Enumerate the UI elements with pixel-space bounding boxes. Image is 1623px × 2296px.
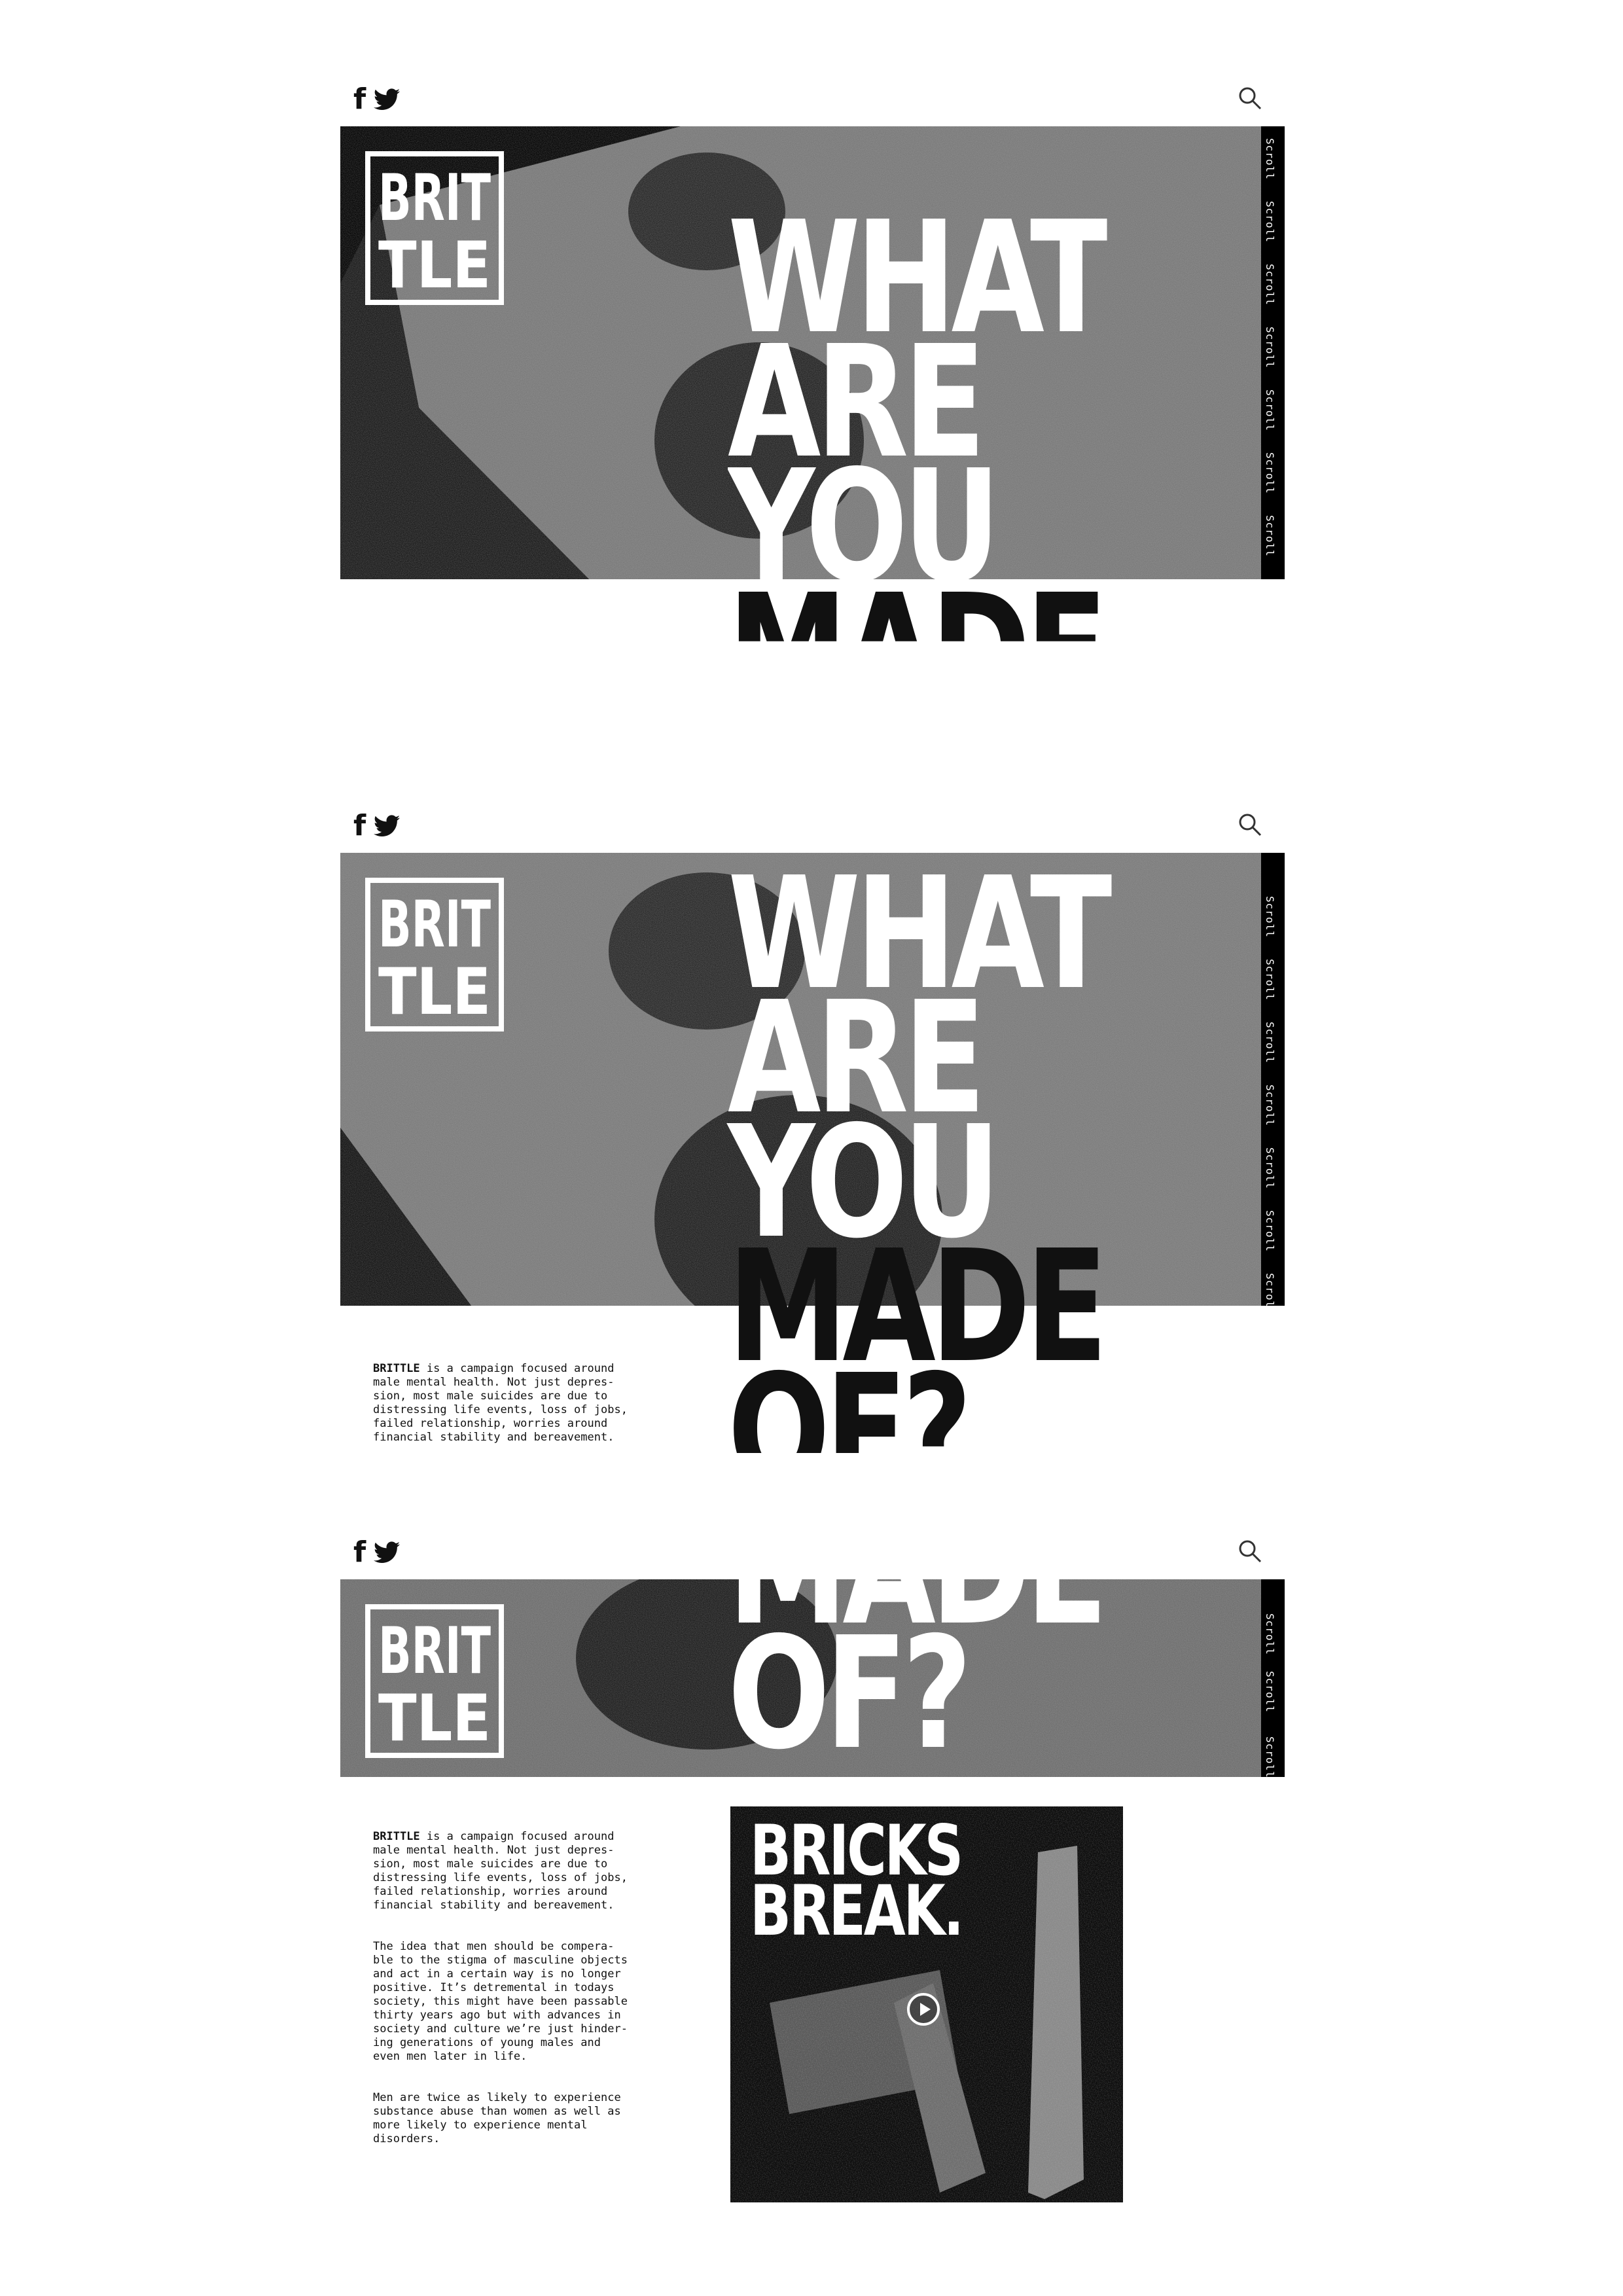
intro-text: BRITTLE is a campaign focused around mal… bbox=[373, 713, 648, 726]
scroll-indicator[interactable]: Scroll Scroll Scroll Scroll Scroll Scrol… bbox=[1261, 126, 1285, 579]
headline-line: OF? bbox=[728, 713, 1107, 726]
scroll-label: Scroll bbox=[1264, 201, 1276, 243]
scroll-label: Scroll bbox=[1264, 896, 1276, 938]
scroll-indicator[interactable]: Scroll Scroll Scroll bbox=[1261, 1579, 1285, 1777]
intro-paragraph-3: Men are twice as likely to experience su… bbox=[373, 2091, 621, 2145]
scroll-label: Scroll bbox=[1264, 1736, 1276, 1777]
play-icon[interactable] bbox=[907, 1993, 940, 2026]
screen-1: f BRIT TLE Scroll Scroll Scroll Scroll S… bbox=[0, 0, 1623, 726]
facebook-icon[interactable]: f bbox=[353, 812, 366, 840]
headline: MADE OF? bbox=[728, 1579, 1103, 1777]
video-card[interactable]: BRICKS BREAK. bbox=[730, 1806, 1123, 2202]
scroll-label: Scroll bbox=[1264, 1671, 1276, 1713]
twitter-icon[interactable] bbox=[374, 1541, 401, 1564]
scroll-label: Scroll bbox=[1264, 389, 1276, 431]
svg-text:TLE: TLE bbox=[378, 228, 491, 303]
scroll-label: Scroll bbox=[1264, 959, 1276, 1001]
brand-word: BRITTLE bbox=[373, 1830, 420, 1843]
scroll-label: Scroll bbox=[1264, 1147, 1276, 1189]
svg-text:BRIT: BRIT bbox=[378, 1614, 491, 1689]
headline: WHAT ARE YOU MADE OF? bbox=[728, 857, 1112, 1454]
social-links: f bbox=[353, 812, 401, 840]
twitter-icon[interactable] bbox=[374, 815, 401, 837]
social-links: f bbox=[353, 85, 401, 114]
svg-text:TLE: TLE bbox=[378, 955, 491, 1030]
intro-text: BRITTLE is a campaign focused around mal… bbox=[373, 1348, 648, 1453]
video-title-line: BREAK. bbox=[750, 1871, 964, 1951]
scroll-label: Scroll bbox=[1264, 1210, 1276, 1252]
svg-text:TLE: TLE bbox=[378, 1681, 491, 1756]
screen-2: f BRIT TLE Scroll Scroll Scroll Scroll S… bbox=[0, 726, 1623, 1453]
headline-line: MADE bbox=[728, 561, 1107, 726]
scroll-label: Scroll bbox=[1264, 1085, 1276, 1126]
brittle-logo: BRIT TLE bbox=[365, 1604, 504, 1758]
scroll-label: Scroll bbox=[1264, 1273, 1276, 1306]
facebook-icon[interactable]: f bbox=[353, 85, 366, 114]
brittle-logo: BRIT TLE bbox=[365, 878, 504, 1031]
scroll-label: Scroll bbox=[1264, 452, 1276, 494]
intro-paragraph-2: The idea that men should be compera- ble… bbox=[373, 1940, 628, 2063]
svg-text:BRIT: BRIT bbox=[378, 161, 491, 236]
facebook-icon[interactable]: f bbox=[353, 1538, 366, 1567]
brittle-logo: BRIT TLE bbox=[365, 151, 504, 305]
scroll-label: Scroll bbox=[1264, 264, 1276, 306]
search-icon[interactable] bbox=[1237, 1538, 1263, 1564]
scroll-indicator[interactable]: Scroll Scroll Scroll Scroll Scroll Scrol… bbox=[1261, 853, 1285, 1306]
scroll-label: Scroll bbox=[1264, 1022, 1276, 1064]
svg-text:BRIT: BRIT bbox=[378, 888, 491, 962]
video-title: BRICKS BREAK. bbox=[750, 1816, 964, 1951]
scroll-label: Scroll bbox=[1264, 1613, 1276, 1655]
search-icon[interactable] bbox=[1237, 85, 1263, 111]
twitter-icon[interactable] bbox=[374, 88, 401, 111]
intro-text: BRITTLE is a campaign focused around mal… bbox=[373, 1816, 648, 2174]
scroll-label: Scroll bbox=[1264, 138, 1276, 180]
scroll-label: Scroll bbox=[1264, 515, 1276, 557]
brand-word: BRITTLE bbox=[373, 1362, 420, 1375]
search-icon[interactable] bbox=[1237, 812, 1263, 838]
social-links: f bbox=[353, 1538, 401, 1567]
scroll-label: Scroll bbox=[1264, 327, 1276, 368]
headline: WHAT ARE YOU MADE OF? bbox=[728, 216, 1107, 726]
